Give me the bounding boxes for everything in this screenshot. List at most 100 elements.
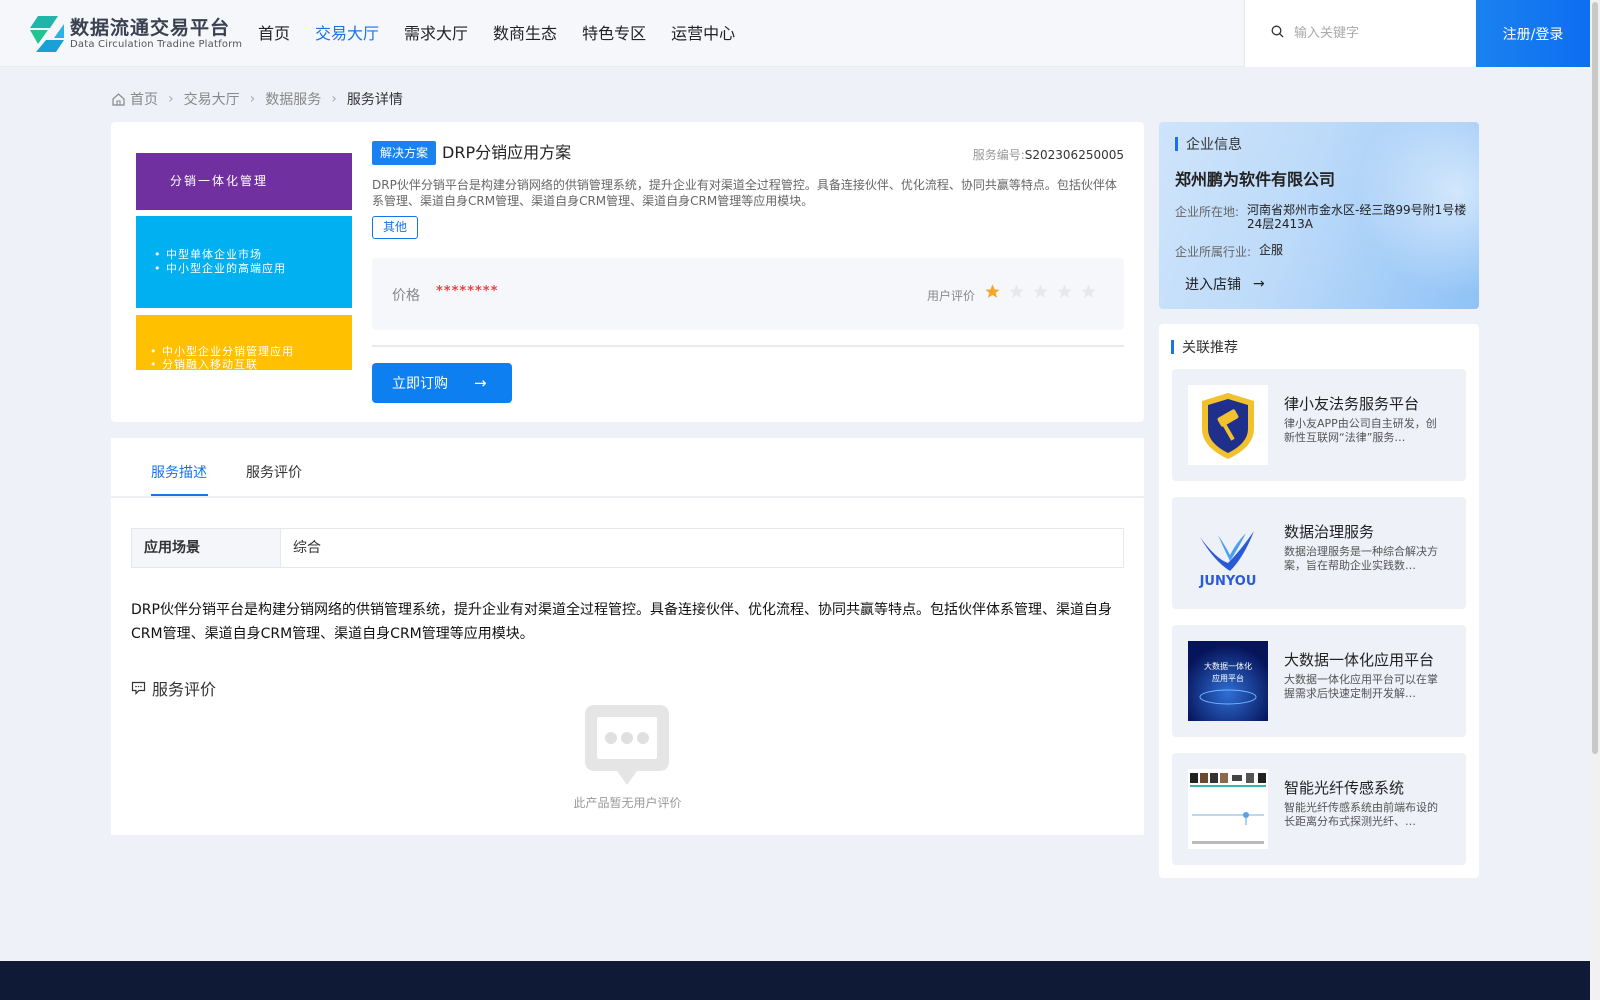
arrow-right-icon: → — [474, 374, 487, 392]
scene-key: 应用场景 — [132, 529, 281, 567]
nav-demand-hall[interactable]: 需求大厅 — [404, 22, 468, 46]
tab-service-description[interactable]: 服务描述 — [151, 462, 207, 482]
scrollbar-thumb[interactable] — [1592, 2, 1598, 754]
active-tab-indicator — [151, 494, 208, 496]
nav-ecosystem[interactable]: 数商生态 — [493, 22, 557, 46]
recommendation-item[interactable]: JUNYOU 数据治理服务 数据治理服务是一种综合解决方案，旨在帮助企业实践数… — [1172, 497, 1466, 609]
star-empty-icon — [1033, 284, 1048, 298]
register-login-button[interactable]: 注册/登录 — [1476, 0, 1590, 67]
detail-tabs: 服务描述 服务评价 — [111, 438, 1144, 498]
poster-text-1: 大数据一体化 — [1204, 661, 1252, 671]
bigdata-poster-icon: 大数据一体化 应用平台 — [1188, 641, 1268, 721]
scene-value: 综合 — [293, 540, 321, 556]
recommendation-desc: 数据治理服务是一种综合解决方案，旨在帮助企业实践数… — [1284, 545, 1438, 572]
service-number-value: S202306250005 — [1024, 148, 1124, 162]
enter-shop-link[interactable]: 进入店铺 → — [1185, 274, 1265, 294]
rating-stars — [984, 283, 1104, 300]
product-image-band-2-line-1: • 中型单体企业市场 — [154, 248, 262, 261]
empty-comments-icon — [583, 703, 671, 795]
star-empty-icon — [1081, 284, 1096, 298]
price-label: 价格 — [392, 288, 420, 304]
footer — [0, 961, 1590, 1000]
page-scrollbar[interactable] — [1590, 0, 1600, 1000]
breadcrumb-data-service[interactable]: 数据服务 — [265, 89, 321, 109]
recommendation-desc: 大数据一体化应用平台可以在掌握需求后快速定制开发解… — [1284, 673, 1438, 700]
service-number: 服务编号:S202306250005 — [973, 146, 1124, 163]
breadcrumb: 首页 › 交易大厅 › 数据服务 › 服务详情 — [111, 89, 403, 109]
nav-trading-hall[interactable]: 交易大厅 — [315, 22, 379, 46]
search-input[interactable] — [1294, 26, 1464, 41]
review-section-title: 服务评价 — [152, 680, 217, 699]
price-box: 价格 ******** 用户评价 — [372, 258, 1124, 330]
product-image: 分销一体化管理 • 中型单体企业市场 • 中小型企业的高端应用 • 中小型企业分… — [136, 153, 352, 370]
star-filled-icon — [985, 284, 1000, 298]
scene-table: 应用场景 综合 — [131, 528, 1124, 568]
price-value: ******** — [436, 284, 499, 299]
recommendation-title: 大数据一体化应用平台 — [1284, 651, 1435, 669]
product-image-band-2-line-2: • 中小型企业的高端应用 — [154, 262, 286, 275]
logo-mark-icon — [28, 14, 66, 54]
recommendation-title: 律小友法务服务平台 — [1284, 395, 1420, 413]
recommendations-title: 关联推荐 — [1171, 337, 1238, 357]
breadcrumb-current: 服务详情 — [346, 92, 403, 108]
company-section-title: 企业信息 — [1175, 134, 1242, 154]
divider — [372, 345, 1124, 347]
chevron-right-icon: › — [249, 91, 256, 107]
recommendation-title: 智能光纤传感系统 — [1284, 779, 1405, 797]
product-image-band-3-line-1: • 中小型企业分销管理应用 — [150, 345, 294, 358]
company-industry-row: 企业所属行业: 企服 — [1175, 243, 1479, 260]
company-location-label: 企业所在地: — [1175, 205, 1240, 219]
company-location-row: 企业所在地: 河南省郑州市金水区-经三路99号附1号楼24层2413A — [1175, 203, 1469, 231]
service-number-label: 服务编号: — [972, 148, 1025, 162]
fiber-screenshot-icon — [1188, 769, 1268, 849]
star-empty-icon — [1057, 284, 1072, 298]
poster-text-2: 应用平台 — [1212, 673, 1244, 683]
chevron-right-icon: › — [168, 91, 174, 107]
product-image-band-3-line-2: • 分销融入移动互联 — [150, 358, 258, 370]
breadcrumb-home[interactable]: 首页 — [130, 89, 158, 109]
related-recommendations: 关联推荐 律小友法务服务平台 律小友APP由公司自主研发，创新性互联网“法律”服… — [1159, 324, 1479, 878]
recommendation-item[interactable]: 智能光纤传感系统 智能光纤传感系统由前端布设的长距离分布式探测光纤、… — [1172, 753, 1466, 865]
recommendation-desc: 律小友APP由公司自主研发，创新性互联网“法律”服务… — [1284, 417, 1437, 444]
shield-gavel-logo-icon — [1188, 385, 1268, 465]
recommendation-item[interactable]: 律小友法务服务平台 律小友APP由公司自主研发，创新性互联网“法律”服务… — [1172, 369, 1466, 481]
platform-logo[interactable]: 数据流通交易平台 Data Circulation Tradine Platfo… — [28, 14, 242, 54]
chevron-right-icon: › — [331, 91, 337, 107]
nav-operations-center[interactable]: 运营中心 — [671, 22, 735, 46]
service-description-text: DRP伙伴分销平台是构建分销网络的供销管理系统，提升企业有对渠道全过程管控。具备… — [131, 602, 1112, 642]
top-header: 数据流通交易平台 Data Circulation Tradine Platfo… — [0, 0, 1590, 67]
logo-subtitle: Data Circulation Tradine Platform — [70, 39, 243, 50]
breadcrumb-trading-hall[interactable]: 交易大厅 — [184, 89, 240, 109]
nav-featured-zone[interactable]: 特色专区 — [582, 22, 646, 46]
product-image-band-2: • 中型单体企业市场 • 中小型企业的高端应用 — [136, 216, 352, 308]
logo-title: 数据流通交易平台 — [70, 17, 231, 39]
company-location-value: 河南省郑州市金水区-经三路99号附1号楼24层2413A — [1247, 203, 1467, 231]
main-nav: 首页 交易大厅 需求大厅 数商生态 特色专区 运营中心 — [258, 22, 760, 46]
nav-home[interactable]: 首页 — [258, 22, 290, 46]
company-industry-value: 企服 — [1259, 243, 1284, 257]
detail-card: 服务描述 服务评价 应用场景 综合 DRP伙伴分销平台是构建分销网络的供销管理系… — [111, 438, 1144, 835]
home-icon[interactable] — [111, 92, 126, 107]
arrow-right-icon: → — [1253, 276, 1265, 292]
search-icon[interactable] — [1271, 25, 1284, 42]
recommendation-item[interactable]: 大数据一体化 应用平台 大数据一体化应用平台 大数据一体化应用平台可以在掌握需求… — [1172, 625, 1466, 737]
recommendation-title: 数据治理服务 — [1284, 523, 1375, 541]
product-title: DRP分销应用方案 — [442, 143, 572, 162]
product-card: 分销一体化管理 • 中型单体企业市场 • 中小型企业的高端应用 • 中小型企业分… — [111, 122, 1144, 422]
tab-service-reviews[interactable]: 服务评价 — [246, 462, 302, 482]
comment-icon — [131, 681, 146, 695]
enter-shop-label: 进入店铺 — [1185, 277, 1241, 293]
rating-label: 用户评价 — [927, 289, 976, 303]
category-tag[interactable]: 其他 — [372, 216, 419, 239]
junyou-logo-icon: JUNYOU — [1188, 513, 1268, 593]
product-image-band-1: 分销一体化管理 — [136, 153, 352, 210]
company-name: 郑州鹏为软件有限公司 — [1175, 170, 1336, 189]
company-info-card: 企业信息 郑州鹏为软件有限公司 企业所在地: 河南省郑州市金水区-经三路99号附… — [1159, 122, 1479, 309]
company-industry-label: 企业所属行业: — [1175, 245, 1252, 259]
product-description: DRP伙伴分销平台是构建分销网络的供销管理系统，提升企业有对渠道全过程管控。具备… — [372, 178, 1117, 208]
subscribe-button[interactable]: 立即订购 → — [372, 363, 512, 403]
star-empty-icon — [1009, 284, 1024, 298]
subscribe-button-label: 立即订购 — [392, 376, 448, 392]
search-box — [1244, 0, 1476, 67]
review-section-heading: 服务评价 — [131, 676, 216, 700]
